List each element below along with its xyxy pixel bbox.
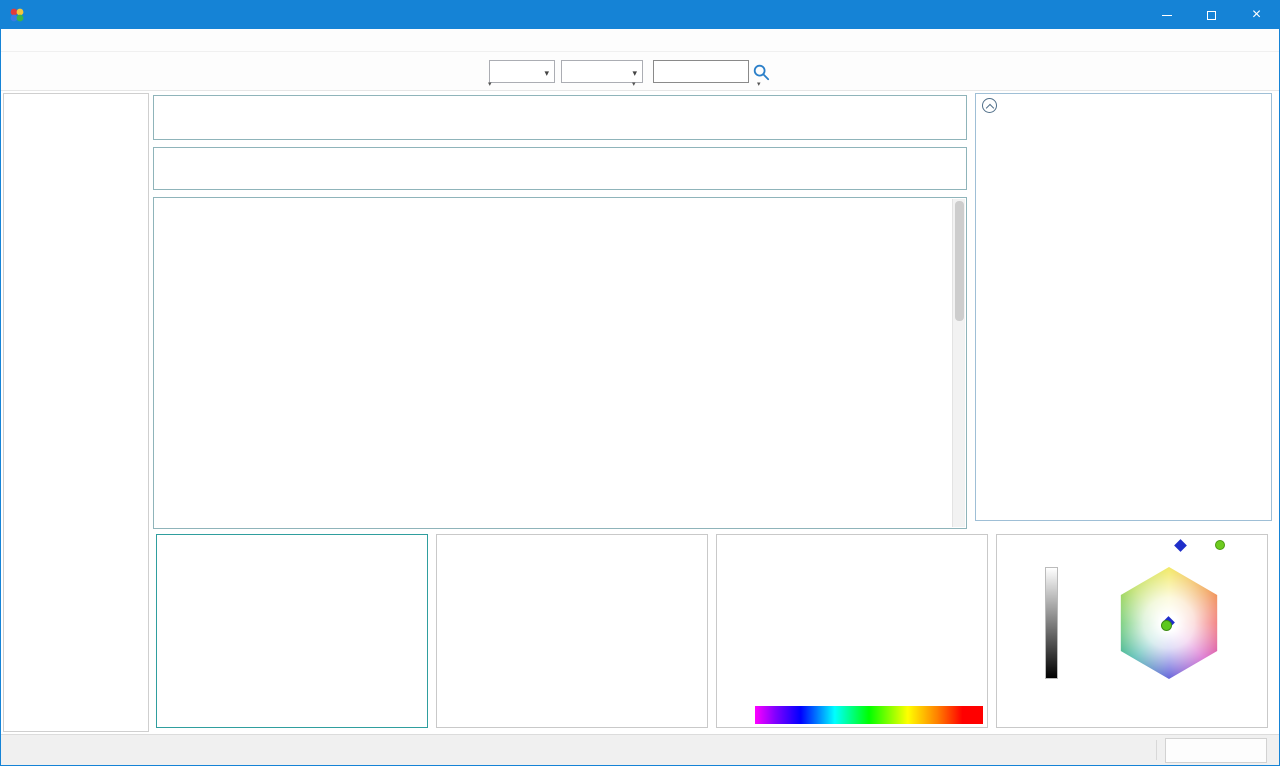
delta-ab-scatter-chart[interactable] <box>156 534 428 728</box>
auto-button[interactable] <box>1165 738 1267 763</box>
minimize-icon <box>1162 15 1172 16</box>
measure-mode-select[interactable] <box>489 60 555 83</box>
close-button[interactable] <box>1234 1 1279 29</box>
close-icon <box>1252 7 1261 23</box>
status-bar <box>1 734 1279 765</box>
chevron-down-icon <box>632 65 637 79</box>
reflectance-spectrum-chart[interactable] <box>716 534 988 728</box>
toolstrip-overflow-icon[interactable] <box>488 80 492 88</box>
search-icon[interactable] <box>749 60 773 83</box>
toolbar <box>1 52 1279 91</box>
collapse-panel-icon[interactable] <box>982 98 997 113</box>
statusbar-separator <box>1156 740 1157 760</box>
minimize-button[interactable] <box>1144 1 1189 29</box>
sample-table-box <box>153 197 967 529</box>
illuminant-observer-select[interactable] <box>561 60 643 83</box>
table-scrollbar[interactable] <box>952 199 965 527</box>
search-area <box>653 60 773 83</box>
gamut-axes <box>997 535 1269 729</box>
toolstrip-overflow-icon[interactable] <box>632 80 636 88</box>
search-input[interactable] <box>653 60 749 83</box>
app-window <box>0 0 1280 766</box>
maximize-icon <box>1207 11 1216 20</box>
trial-point-marker <box>1161 620 1172 631</box>
scrollbar-thumb[interactable] <box>955 201 964 321</box>
standard-table-box <box>153 147 967 190</box>
sample-tree <box>3 93 149 732</box>
chevron-down-icon <box>544 65 549 79</box>
toolstrip-overflow-icon[interactable] <box>757 80 761 88</box>
menu-bar <box>1 29 1279 52</box>
app-logo-icon <box>9 7 25 23</box>
maximize-button[interactable] <box>1189 1 1234 29</box>
title-bar <box>1 1 1279 29</box>
spectrum-color-bar <box>755 706 983 724</box>
color-difference-panel <box>975 93 1272 521</box>
lab-gamut-chart[interactable] <box>996 534 1268 728</box>
delta-e-trend-chart[interactable] <box>436 534 708 728</box>
tolerance-table-box <box>153 95 967 140</box>
